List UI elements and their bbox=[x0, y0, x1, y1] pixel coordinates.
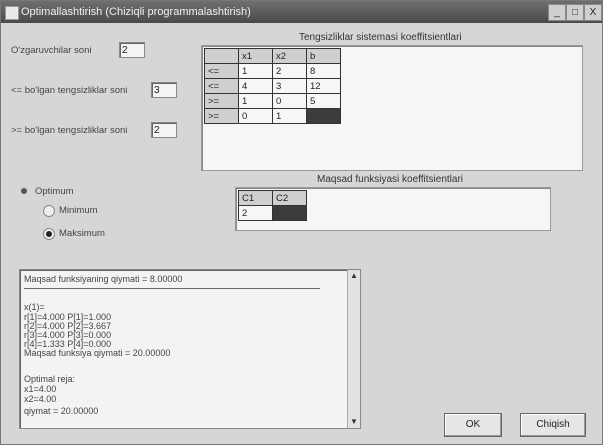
window-title: Optimallashtirish (Chiziqli programmalas… bbox=[21, 6, 251, 18]
ok-button[interactable]: OK bbox=[444, 413, 502, 437]
constraints-grid[interactable]: x1 x2 b <= 1 2 8 <= 4 3 12 >= 1 0 5 >= 0… bbox=[201, 45, 583, 171]
maximize-button[interactable]: □ bbox=[566, 4, 584, 21]
vars-count-input[interactable]: 2 bbox=[119, 42, 145, 58]
table-row: x1 x2 b bbox=[204, 48, 341, 64]
ge-count-label: >= bo'lgan tengsizliklar soni bbox=[11, 125, 128, 136]
objective-table[interactable]: C1 C2 2 bbox=[238, 190, 307, 221]
maximum-label[interactable]: Maksimum bbox=[59, 228, 105, 239]
table-row: >= 1 0 5 bbox=[204, 93, 341, 109]
grid-header-cell: C2 bbox=[272, 190, 307, 206]
grid-header-cell: C1 bbox=[238, 190, 273, 206]
grid-cell[interactable]: 3 bbox=[272, 78, 307, 94]
constraints-table[interactable]: x1 x2 b <= 1 2 8 <= 4 3 12 >= 1 0 5 >= 0… bbox=[204, 48, 341, 124]
le-count-label: <= bo'lgan tengsizliklar soni bbox=[11, 85, 128, 96]
grid-cell[interactable]: 1 bbox=[238, 93, 273, 109]
result-divider bbox=[24, 288, 320, 289]
grid-cell[interactable]: 0 bbox=[238, 108, 273, 124]
result-line: x(1)= bbox=[24, 302, 45, 312]
grid-cell-selected[interactable] bbox=[306, 108, 341, 124]
result-line: qiymat = 20.00000 bbox=[24, 406, 99, 416]
table-row: <= 4 3 12 bbox=[204, 78, 341, 94]
minimum-label[interactable]: Minimum bbox=[59, 205, 98, 216]
result-line: Maqsad funksiya qiymati = 20.00000 bbox=[24, 348, 171, 358]
objective-title: Maqsad funksiyasi koeffitsientlari bbox=[317, 174, 463, 185]
main-window: Optimallashtirish (Chiziqli programmalas… bbox=[0, 0, 603, 445]
le-count-input[interactable]: 3 bbox=[151, 82, 177, 98]
minimize-button[interactable]: _ bbox=[548, 4, 566, 21]
grid-header-cell: b bbox=[306, 48, 341, 64]
grid-cell-selected[interactable] bbox=[272, 205, 307, 221]
minimum-radio[interactable] bbox=[43, 205, 55, 217]
scroll-up-icon[interactable]: ▲ bbox=[348, 270, 360, 282]
grid-cell[interactable]: 0 bbox=[272, 93, 307, 109]
vars-count-label: O'zgaruvchilar soni bbox=[11, 45, 92, 56]
grid-header-cell bbox=[204, 48, 239, 64]
grid-cell[interactable]: 1 bbox=[272, 108, 307, 124]
ge-count-input[interactable]: 2 bbox=[151, 122, 177, 138]
grid-row-header: >= bbox=[204, 108, 239, 124]
title-bar[interactable]: Optimallashtirish (Chiziqli programmalas… bbox=[1, 1, 602, 23]
grid-header-cell: x2 bbox=[272, 48, 307, 64]
result-line: Maqsad funksiyaning qiymati = 8.00000 bbox=[24, 274, 183, 284]
objective-grid[interactable]: C1 C2 2 bbox=[235, 187, 551, 231]
constraints-title: Tengsizliklar sistemasi koeffitsientlari bbox=[299, 32, 462, 43]
grid-cell[interactable]: 8 bbox=[306, 63, 341, 79]
grid-row-header: >= bbox=[204, 93, 239, 109]
grid-row-header: <= bbox=[204, 78, 239, 94]
result-memo[interactable]: Maqsad funksiyaning qiymati = 8.00000 x(… bbox=[19, 269, 361, 429]
close-button[interactable]: X bbox=[584, 4, 602, 21]
grid-cell[interactable]: 12 bbox=[306, 78, 341, 94]
grid-cell[interactable]: 1 bbox=[238, 63, 273, 79]
table-row: C1 C2 bbox=[238, 190, 307, 206]
result-line: Optimal reja: bbox=[24, 374, 76, 384]
result-line: x2=4.00 bbox=[24, 394, 57, 404]
table-row: >= 0 1 bbox=[204, 108, 341, 124]
grid-cell[interactable]: 2 bbox=[272, 63, 307, 79]
radio-selected-dot bbox=[46, 231, 52, 237]
grid-row-header: <= bbox=[204, 63, 239, 79]
memo-scrollbar[interactable]: ▲ ▼ bbox=[347, 270, 360, 428]
table-row: 2 bbox=[238, 205, 307, 221]
optimum-label: Optimum bbox=[21, 186, 74, 197]
grid-cell[interactable]: 4 bbox=[238, 78, 273, 94]
exit-button[interactable]: Chiqish bbox=[520, 413, 586, 437]
scroll-down-icon[interactable]: ▼ bbox=[348, 416, 360, 428]
result-line: x1=4.00 bbox=[24, 384, 57, 394]
table-row: <= 1 2 8 bbox=[204, 63, 341, 79]
grid-cell[interactable]: 5 bbox=[306, 93, 341, 109]
bullet-icon bbox=[21, 188, 27, 195]
app-icon bbox=[5, 6, 19, 20]
grid-cell[interactable]: 2 bbox=[238, 205, 273, 221]
grid-header-cell: x1 bbox=[238, 48, 273, 64]
maximum-radio[interactable] bbox=[43, 228, 55, 240]
